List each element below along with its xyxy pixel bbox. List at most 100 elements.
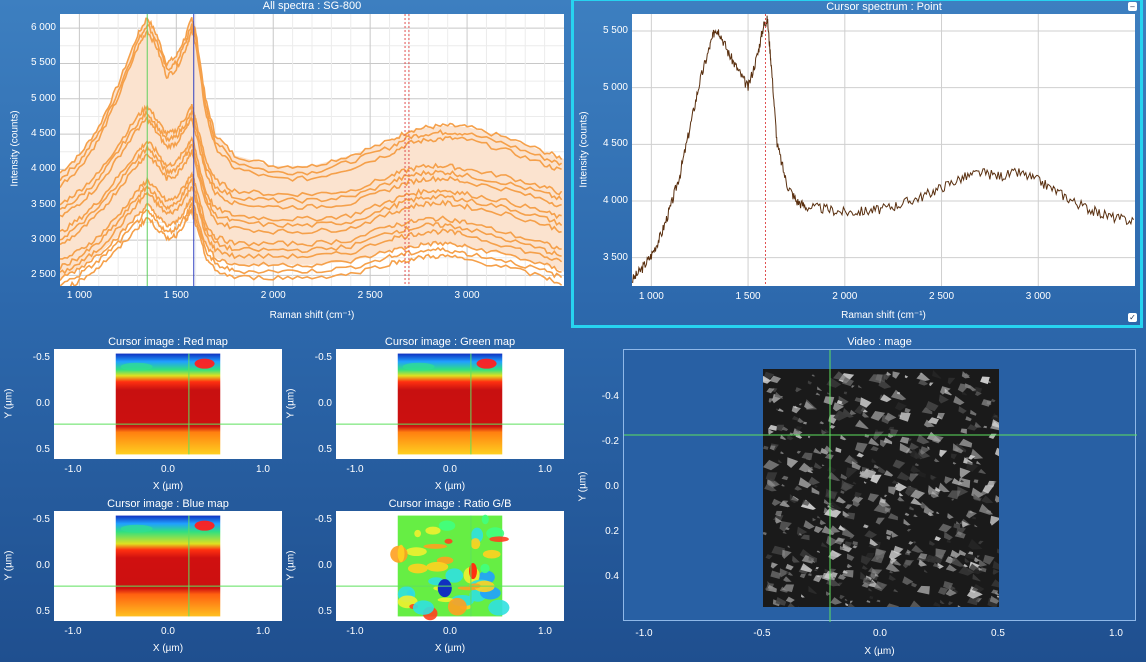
- x-tick-label: -1.0: [64, 626, 82, 637]
- green-map-plot[interactable]: [336, 349, 564, 459]
- ratio-map-panel: Cursor image : Ratio G/B -0.5 0.0 0.5 -1.0 0.…: [282, 498, 564, 658]
- y-tick-label: 0.5: [36, 605, 50, 617]
- map-blob: [488, 599, 510, 616]
- y-tick-label: -0.5: [32, 352, 50, 364]
- red-map-plot[interactable]: [54, 349, 282, 459]
- x-tick-label: 1.0: [538, 464, 552, 475]
- y-tick-label: -0.5: [32, 514, 50, 526]
- map-blob: [447, 597, 467, 616]
- y-tick-label: 3 000: [30, 234, 56, 246]
- cursor-spectrum-plot[interactable]: [632, 14, 1135, 286]
- all-spectra-xlabel: Raman shift (cm⁻¹): [269, 310, 355, 321]
- video-plot[interactable]: [623, 349, 1137, 622]
- all-spectra-ylabel: Intensity (counts): [9, 110, 21, 187]
- green-map-panel: Cursor image : Green map -0.5 0.0 0.5 -1.0 0.…: [282, 336, 564, 496]
- x-tick-label: -1.0: [346, 464, 364, 475]
- red-map-title: Cursor image : Red map: [108, 336, 228, 348]
- x-tick-label: 1.0: [256, 626, 270, 637]
- cursor-spectrum-xlabel: Raman shift (cm⁻¹): [841, 310, 926, 321]
- map-ylabel: Y (µm): [285, 550, 297, 581]
- all-spectra-panel: All spectra : SG-800 6 000 5 500 5 000 4 50…: [0, 0, 570, 330]
- video-crosshair[interactable]: [624, 350, 1137, 622]
- x-tick-label: -0.5: [753, 628, 771, 639]
- video-ylabel: Y (µm): [577, 471, 589, 502]
- map-xlabel: X (µm): [152, 643, 184, 654]
- x-tick-label: 3 000: [1025, 291, 1051, 302]
- y-tick-label: -0.4: [601, 391, 619, 403]
- blue-map-plot[interactable]: [54, 511, 282, 621]
- y-tick-label: 0.5: [36, 443, 50, 455]
- x-tick-label: 1 000: [638, 291, 664, 302]
- video-panel: Video : mage -0.4 -0.2 0.0 0.2 0.4 -1.0 -0.5 0…: [575, 336, 1140, 662]
- ratio-map-title: Cursor image : Ratio G/B: [388, 498, 512, 510]
- map-image: [336, 353, 564, 455]
- map-blob: [120, 524, 153, 533]
- collapse-icon[interactable]: –: [1128, 2, 1137, 11]
- ratio-map-plot[interactable]: [336, 511, 564, 621]
- map-xlabel: X (µm): [434, 643, 466, 654]
- x-tick-label: -1.0: [346, 626, 364, 637]
- cursor-spectrum-ylabel: Intensity (counts): [578, 111, 590, 188]
- y-tick-label: -0.5: [314, 352, 332, 364]
- cursor-spectrum-line: [632, 15, 1135, 284]
- map-blob: [194, 358, 215, 369]
- all-spectra-title: All spectra : SG-800: [262, 0, 362, 12]
- map-blob: [481, 514, 489, 525]
- x-tick-label: 1.0: [256, 464, 270, 475]
- x-tick-label: -1.0: [64, 464, 82, 475]
- cursor-spectrum-chart: [632, 14, 1135, 286]
- map-xlabel: X (µm): [152, 481, 184, 492]
- y-tick-label: 4 500: [602, 138, 628, 150]
- map-blob: [414, 529, 422, 538]
- blue-map-title: Cursor image : Blue map: [107, 498, 229, 510]
- y-tick-label: -0.5: [314, 514, 332, 526]
- x-tick-label: 1.0: [1109, 628, 1123, 639]
- map-blob: [412, 600, 434, 615]
- all-spectra-chart: [60, 14, 564, 286]
- map-blob: [194, 520, 215, 531]
- map-blob: [444, 538, 453, 544]
- x-tick-label: 1 500: [735, 291, 761, 302]
- y-tick-label: 6 000: [30, 22, 56, 34]
- y-tick-label: 0.5: [318, 443, 332, 455]
- video-xlabel: X (µm): [864, 646, 895, 657]
- map-image: [54, 515, 282, 617]
- cursor-spectrum-panel[interactable]: Cursor spectrum : Point – ✓ 5 500 5 000 4 …: [571, 0, 1143, 328]
- x-tick-label: 1.0: [538, 626, 552, 637]
- video-title: Video : mage: [847, 336, 912, 348]
- map-blob: [489, 536, 509, 542]
- green-map-title: Cursor image : Green map: [384, 336, 516, 348]
- red-map-panel: Cursor image : Red map -0.5 0.0 0.5 -1.0 0.0 1…: [0, 336, 282, 496]
- x-tick-label: 3 000: [454, 290, 480, 301]
- x-tick-label: 0.0: [443, 464, 457, 475]
- map-blob: [470, 538, 481, 550]
- map-blob: [425, 526, 441, 535]
- map-blob: [476, 358, 497, 369]
- map-blob: [482, 549, 501, 559]
- x-tick-label: 2 000: [260, 290, 286, 301]
- blue-map-panel: Cursor image : Blue map -0.5 0.0 0.5 -1.0 0.0…: [0, 498, 282, 658]
- all-spectra-plot[interactable]: [60, 14, 564, 286]
- map-ylabel: Y (µm): [3, 550, 15, 581]
- map-blob: [480, 563, 490, 574]
- x-tick-label: 0.0: [443, 626, 457, 637]
- y-tick-label: 2 500: [30, 269, 56, 281]
- map-blob: [437, 579, 452, 598]
- y-tick-label: 5 000: [602, 81, 628, 93]
- x-tick-label: -1.0: [635, 628, 653, 639]
- map-blob: [407, 563, 428, 574]
- y-tick-label: 0.4: [605, 570, 619, 582]
- x-tick-label: 0.0: [873, 628, 887, 639]
- map-blob: [120, 362, 153, 371]
- map-blob: [438, 520, 456, 531]
- x-tick-label: 2 500: [357, 290, 383, 301]
- y-tick-label: 5 500: [30, 57, 56, 69]
- y-tick-label: 0.2: [605, 525, 619, 537]
- map-blob: [397, 544, 405, 563]
- map-image: [54, 353, 282, 455]
- map-ylabel: Y (µm): [3, 388, 15, 419]
- cursor-spectrum-title: Cursor spectrum : Point: [826, 1, 942, 13]
- map-blob: [468, 563, 477, 580]
- y-tick-label: 5 500: [602, 25, 628, 36]
- x-tick-label: 0.5: [991, 628, 1005, 639]
